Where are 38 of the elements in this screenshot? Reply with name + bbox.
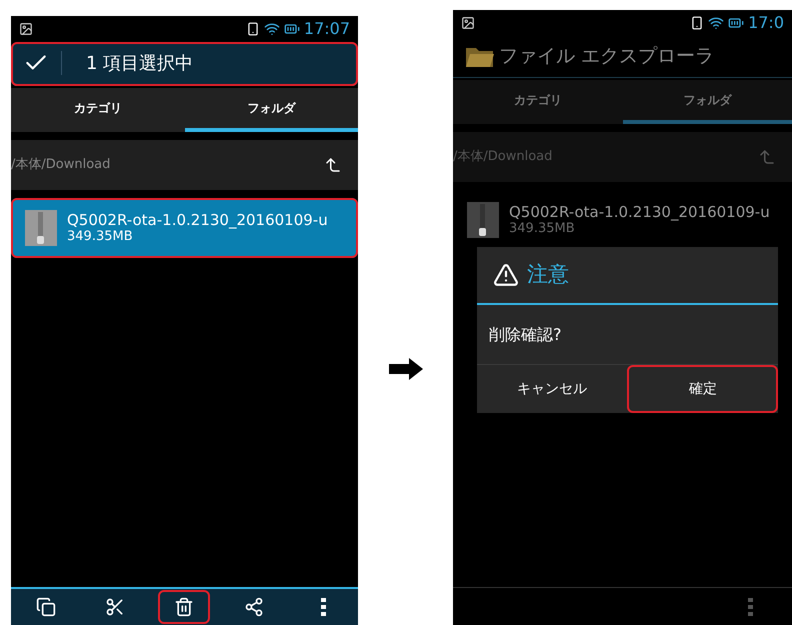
tab[interactable]: フォルダ	[184, 88, 358, 132]
tab[interactable]: カテゴリ	[11, 88, 184, 132]
status-time: 17:0	[748, 12, 784, 34]
copy-icon	[36, 597, 56, 617]
zip-file-icon	[465, 200, 501, 240]
more-icon	[748, 598, 752, 616]
up-arrow-icon[interactable]	[324, 156, 342, 174]
zip-file-icon	[23, 208, 59, 248]
dialog-button[interactable]: 確定	[627, 365, 778, 413]
file-name: Q5002R-ota-1.0.2130_20160109-u	[67, 210, 328, 230]
phone-rotate-icon	[246, 22, 260, 36]
scissors-icon	[105, 597, 126, 617]
right-arrow-icon	[388, 358, 422, 380]
file-item[interactable]: Q5002R-ota-1.0.2130_20160109-u 349.35MB	[11, 198, 358, 258]
share-icon	[244, 597, 264, 617]
file-item[interactable]: Q5002R-ota-1.0.2130_20160109-u 349.35MB	[453, 190, 792, 250]
warning-icon	[493, 262, 519, 288]
phone-rotate-icon	[690, 16, 704, 30]
file-name: Q5002R-ota-1.0.2130_20160109-u	[509, 202, 770, 222]
folder-path: /本体/Download	[453, 148, 552, 166]
dialog-button[interactable]: キャンセル	[477, 365, 627, 413]
tab[interactable]: フォルダ	[622, 80, 792, 124]
tab[interactable]: カテゴリ	[453, 80, 622, 124]
more-icon	[320, 598, 326, 616]
wifi-icon	[264, 21, 280, 37]
dialog-title: 注意	[527, 261, 569, 288]
delete-icon	[174, 597, 194, 617]
dialog-message: 削除確認?	[489, 324, 562, 346]
file-size: 349.35MB	[67, 229, 134, 246]
toolbar-button[interactable]	[158, 590, 210, 624]
app-title: ファイル エクスプローラ	[499, 44, 714, 70]
file-size: 349.35MB	[509, 221, 576, 238]
status-time: 17:07	[304, 18, 350, 40]
image-icon	[461, 16, 475, 30]
selection-count[interactable]: 1 項目選択中	[86, 50, 194, 76]
image-icon	[19, 22, 33, 36]
folder-path: /本体/Download	[11, 156, 110, 174]
wifi-icon	[708, 15, 724, 31]
